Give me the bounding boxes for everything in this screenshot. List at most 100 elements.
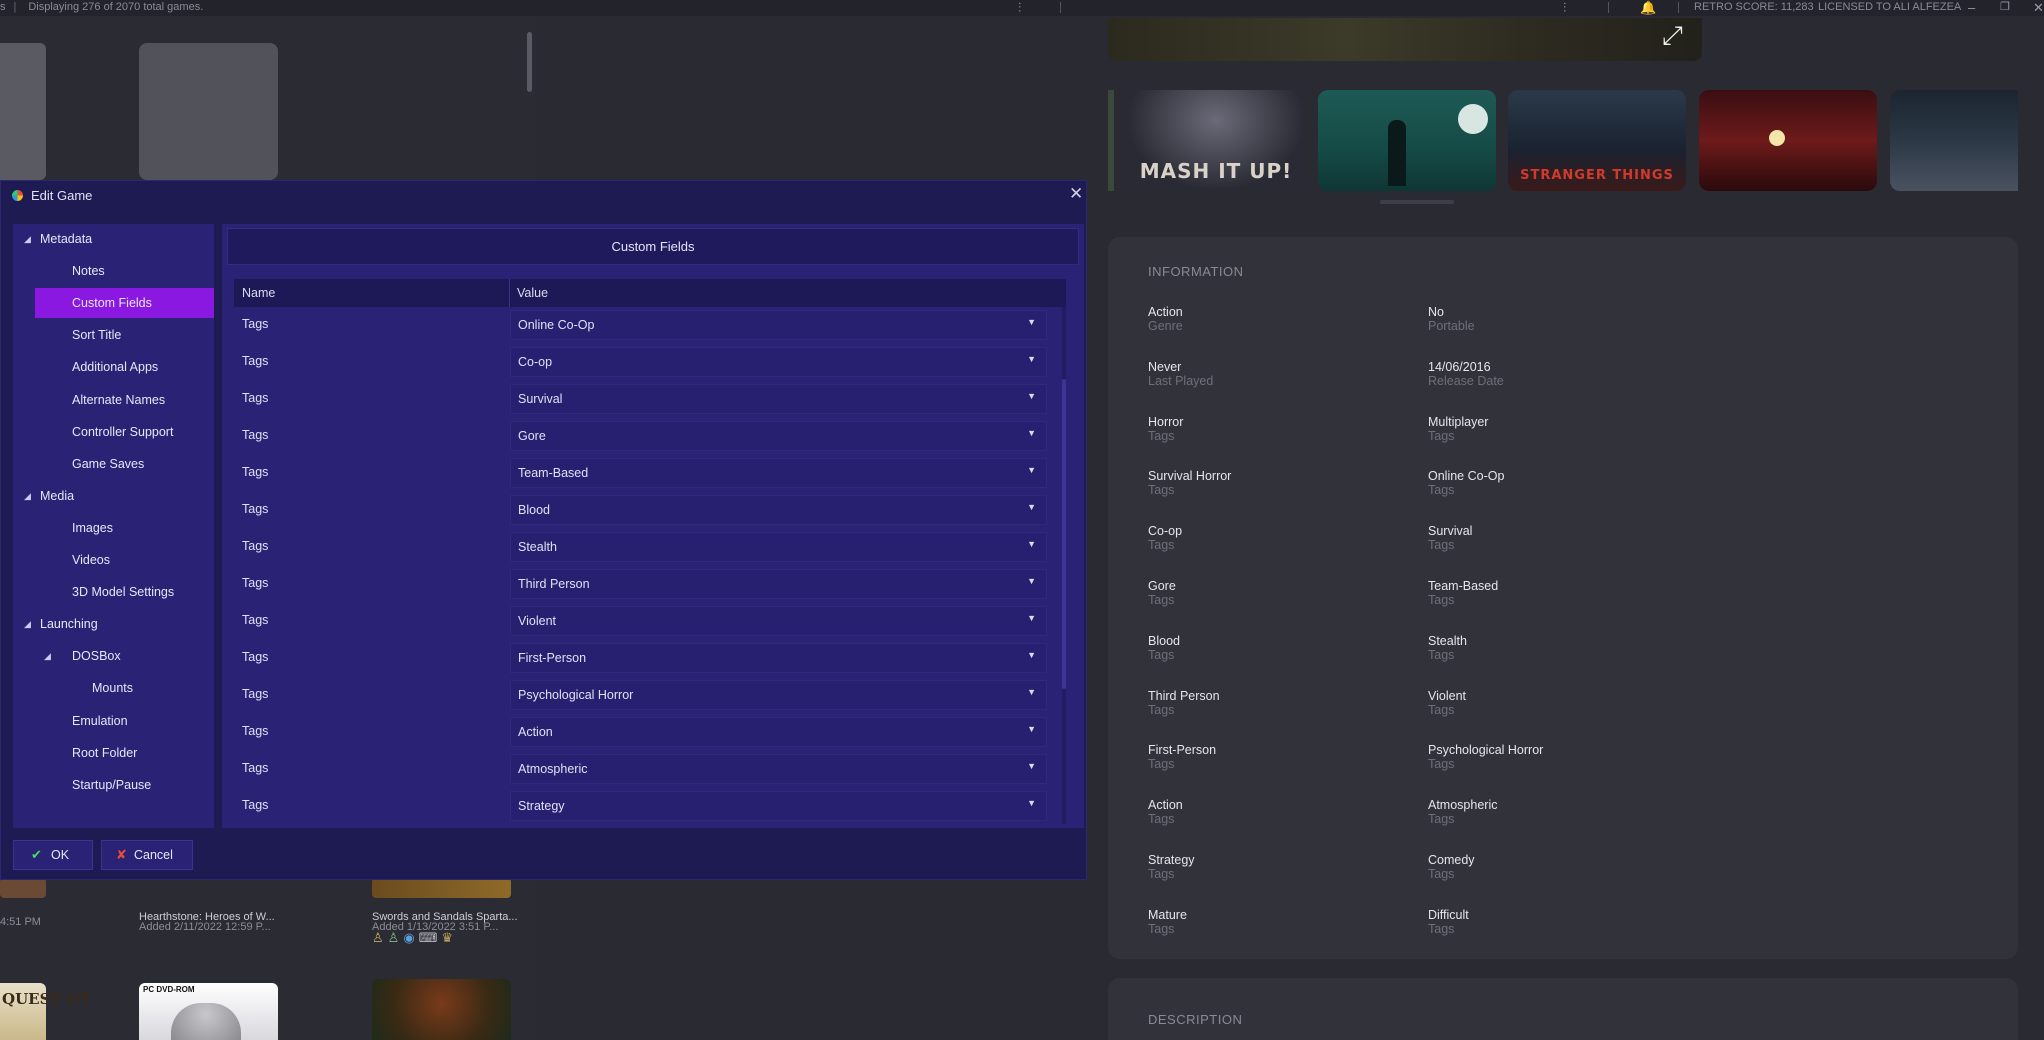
tree-item-notes[interactable]: Notes [13,256,214,286]
info-value[interactable]: First-Person [1148,743,1216,757]
column-header-name[interactable]: Name [242,286,275,300]
table-row[interactable]: Tags Violent ▼ [234,603,1066,640]
tree-item-metadata[interactable]: ◢ Metadata [13,224,214,254]
value-dropdown[interactable]: Atmospheric ▼ [510,754,1047,784]
chevron-down-icon[interactable]: ▼ [1027,650,1036,660]
table-row[interactable]: Tags Online Co-Op ▼ [234,307,1066,344]
tree-item-images[interactable]: Images [13,513,214,543]
info-value[interactable]: Horror [1148,415,1183,429]
library-scrollbar[interactable] [527,32,532,92]
info-value[interactable]: Mature [1148,908,1187,922]
table-scrollbar-thumb[interactable] [1062,379,1066,689]
info-value[interactable]: Atmospheric [1428,798,1497,812]
tree-item-launching[interactable]: ◢ Launching [13,609,214,639]
value-dropdown[interactable]: Stealth ▼ [510,532,1047,562]
info-value[interactable]: Violent [1428,689,1466,703]
screenshot-thumbnail[interactable] [1699,90,1877,191]
chevron-down-icon[interactable]: ▼ [1027,613,1036,623]
chevron-down-icon[interactable]: ▼ [1027,576,1036,586]
chevron-down-icon[interactable]: ▼ [1027,687,1036,697]
screenshot-thumbnail[interactable] [1318,90,1496,191]
table-row[interactable]: Tags Survival ▼ [234,381,1066,418]
info-value[interactable]: Co-op [1148,524,1182,538]
table-row[interactable]: Tags Action ▼ [234,714,1066,751]
close-icon[interactable]: ✕ [1069,185,1083,203]
info-value[interactable]: Blood [1148,634,1180,648]
chevron-down-icon[interactable]: ▼ [1027,502,1036,512]
game-cover[interactable]: QUEST OT [0,983,91,1040]
expand-arrow-icon[interactable]: ◢ [24,481,31,511]
tree-item-sort-title[interactable]: Sort Title [13,320,214,350]
chevron-down-icon[interactable]: ▼ [1027,428,1036,438]
chevron-down-icon[interactable]: ▼ [1027,354,1036,364]
filter-sliders-icon[interactable]: ⫶ [1018,0,1021,15]
screenshot-thumbnail[interactable]: MASH IT UP! [1127,90,1305,191]
filter-sliders-icon[interactable]: ⫶ [1563,0,1566,15]
value-dropdown[interactable]: Survival ▼ [510,384,1047,414]
chevron-down-icon[interactable]: ▼ [1027,761,1036,771]
tree-item-game-saves[interactable]: Game Saves [13,449,214,479]
game-tile[interactable] [0,878,46,898]
ok-button[interactable]: ✔ OK [13,840,93,870]
chevron-down-icon[interactable]: ▼ [1027,465,1036,475]
info-value[interactable]: 14/06/2016 [1428,360,1504,374]
tree-item-custom-fields[interactable]: Custom Fields [35,288,214,319]
chevron-down-icon[interactable]: ▼ [1027,724,1036,734]
tree-item-dosbox[interactable]: ◢ DOSBox [13,641,214,671]
expand-arrow-icon[interactable]: ◢ [24,224,31,254]
info-value[interactable]: Survival Horror [1148,469,1231,483]
column-divider[interactable] [509,279,510,307]
screenshot-thumbnail[interactable] [1890,90,2018,191]
table-row[interactable]: Tags Atmospheric ▼ [234,751,1066,788]
tree-item-3d-model-settings[interactable]: 3D Model Settings [13,577,214,607]
value-dropdown[interactable]: Co-op ▼ [510,347,1047,377]
table-row[interactable]: Tags First-Person ▼ [234,640,1066,677]
cancel-button[interactable]: ✘ Cancel [101,840,193,870]
info-value[interactable]: Stealth [1428,634,1467,648]
value-dropdown[interactable]: Team-Based ▼ [510,458,1047,488]
expand-arrow-icon[interactable]: ◢ [24,609,31,639]
info-value[interactable]: Survival [1428,524,1472,538]
dialog-titlebar[interactable]: Edit Game ✕ [1,181,1086,211]
tree-item-emulation[interactable]: Emulation [13,706,214,736]
game-cover[interactable] [372,979,511,1040]
restore-icon[interactable]: ❐ [2000,0,2010,15]
game-tile[interactable] [372,878,511,898]
info-value[interactable]: Third Person [1148,689,1220,703]
info-value[interactable]: Comedy [1428,853,1475,867]
expand-icon[interactable]: ⤢ [1662,22,1683,48]
value-dropdown[interactable]: Blood ▼ [510,495,1047,525]
info-value[interactable]: Strategy [1148,853,1195,867]
screenshot-thumbnail[interactable] [1108,90,1114,191]
tree-item-media[interactable]: ◢ Media [13,481,214,511]
screenshot-thumbnail[interactable]: STRANGER THINGS [1508,90,1686,191]
table-row[interactable]: Tags Stealth ▼ [234,529,1066,566]
table-row[interactable]: Tags Psychological Horror ▼ [234,677,1066,714]
info-value[interactable]: Psychological Horror [1428,743,1543,757]
info-value[interactable]: Difficult [1428,908,1469,922]
tree-item-controller-support[interactable]: Controller Support [13,417,214,447]
table-row[interactable]: Tags Third Person ▼ [234,566,1066,603]
close-icon[interactable]: ✕ [2033,0,2044,15]
info-value[interactable]: Action [1148,305,1183,319]
info-value[interactable]: No [1428,305,1475,319]
info-value[interactable]: Action [1148,798,1183,812]
game-cover[interactable]: PC DVD-ROM [139,983,278,1040]
chevron-down-icon[interactable]: ▼ [1027,391,1036,401]
value-dropdown[interactable]: Violent ▼ [510,606,1047,636]
tree-item-root-folder[interactable]: Root Folder [13,738,214,768]
tree-item-alternate-names[interactable]: Alternate Names [13,385,214,415]
info-value[interactable]: Online Co-Op [1428,469,1504,483]
info-value[interactable]: Team-Based [1428,579,1498,593]
table-row[interactable]: Tags Team-Based ▼ [234,455,1066,492]
value-dropdown[interactable]: Strategy ▼ [510,791,1047,821]
value-dropdown[interactable]: Online Co-Op ▼ [510,310,1047,340]
info-value[interactable]: Multiplayer [1428,415,1488,429]
value-dropdown[interactable]: Psychological Horror ▼ [510,680,1047,710]
carousel-indicator[interactable] [1380,200,1454,204]
tree-item-mounts[interactable]: Mounts [13,673,214,703]
tree-item-startup-pause[interactable]: Startup/Pause [13,770,214,800]
chevron-down-icon[interactable]: ▼ [1027,539,1036,549]
table-row[interactable]: Tags Co-op ▼ [234,344,1066,381]
column-header-value[interactable]: Value [517,286,548,300]
